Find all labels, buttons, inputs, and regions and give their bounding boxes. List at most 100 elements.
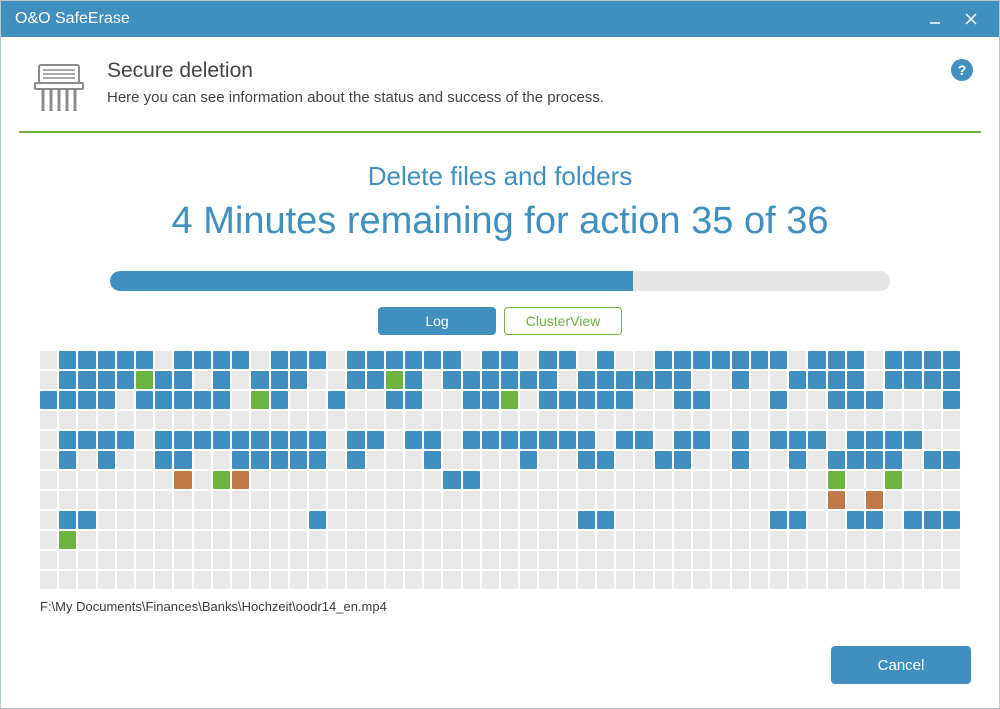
cluster-cell bbox=[213, 571, 230, 589]
cluster-cell bbox=[539, 391, 556, 409]
cluster-cell bbox=[405, 571, 422, 589]
cluster-cell bbox=[386, 391, 403, 409]
cluster-cell bbox=[213, 411, 230, 429]
cluster-cell bbox=[924, 491, 941, 509]
cluster-cell bbox=[290, 431, 307, 449]
cluster-cell bbox=[309, 371, 326, 389]
cluster-cell bbox=[520, 491, 537, 509]
cluster-cell bbox=[712, 351, 729, 369]
cluster-cell bbox=[539, 511, 556, 529]
cluster-cell bbox=[578, 571, 595, 589]
cluster-cell bbox=[482, 351, 499, 369]
cluster-cell bbox=[59, 551, 76, 569]
cluster-cell bbox=[309, 471, 326, 489]
cluster-cell bbox=[789, 511, 806, 529]
cluster-cell bbox=[117, 431, 134, 449]
cluster-cell bbox=[136, 391, 153, 409]
cluster-cell bbox=[674, 431, 691, 449]
cluster-cell bbox=[232, 491, 249, 509]
cluster-cell bbox=[866, 471, 883, 489]
cluster-cell bbox=[40, 451, 57, 469]
cluster-cell bbox=[443, 431, 460, 449]
cluster-cell bbox=[367, 571, 384, 589]
cluster-cell bbox=[155, 571, 172, 589]
cluster-cell bbox=[693, 511, 710, 529]
close-button[interactable] bbox=[953, 1, 989, 37]
cluster-cell bbox=[443, 351, 460, 369]
cluster-cell bbox=[290, 511, 307, 529]
cluster-cell bbox=[828, 531, 845, 549]
cluster-cell bbox=[789, 491, 806, 509]
cluster-cell bbox=[732, 491, 749, 509]
cluster-cell bbox=[78, 551, 95, 569]
cluster-cell bbox=[789, 371, 806, 389]
cluster-cell bbox=[904, 551, 921, 569]
cluster-cell bbox=[770, 451, 787, 469]
cluster-cell bbox=[194, 351, 211, 369]
cluster-cell bbox=[924, 571, 941, 589]
cluster-cell bbox=[463, 451, 480, 469]
cluster-cell bbox=[424, 451, 441, 469]
cluster-cell bbox=[847, 451, 864, 469]
cluster-cell bbox=[808, 551, 825, 569]
cluster-cell bbox=[616, 411, 633, 429]
cluster-cell bbox=[943, 431, 960, 449]
cluster-cell bbox=[232, 351, 249, 369]
cluster-cell bbox=[194, 411, 211, 429]
cluster-cell bbox=[904, 491, 921, 509]
cluster-cell bbox=[174, 551, 191, 569]
cluster-cell bbox=[347, 351, 364, 369]
cluster-cell bbox=[309, 391, 326, 409]
cluster-cell bbox=[712, 451, 729, 469]
cluster-cell bbox=[885, 531, 902, 549]
cluster-cell bbox=[309, 571, 326, 589]
cluster-cell bbox=[751, 411, 768, 429]
cluster-cell bbox=[597, 431, 614, 449]
minimize-button[interactable] bbox=[917, 1, 953, 37]
cluster-cell bbox=[251, 511, 268, 529]
cluster-cell bbox=[712, 571, 729, 589]
main-content: Delete files and folders 4 Minutes remai… bbox=[1, 133, 999, 632]
cluster-cell bbox=[271, 411, 288, 429]
cluster-cell bbox=[635, 491, 652, 509]
cluster-cell bbox=[155, 351, 172, 369]
cluster-cell bbox=[808, 351, 825, 369]
cluster-cell bbox=[482, 551, 499, 569]
cluster-cell bbox=[847, 351, 864, 369]
tab-log[interactable]: Log bbox=[378, 307, 496, 335]
cluster-cell bbox=[789, 351, 806, 369]
cluster-cell bbox=[463, 391, 480, 409]
cluster-cell bbox=[40, 511, 57, 529]
tab-clusterview[interactable]: ClusterView bbox=[504, 307, 622, 335]
cluster-cell bbox=[78, 411, 95, 429]
cluster-cell bbox=[155, 391, 172, 409]
cluster-cell bbox=[751, 491, 768, 509]
cancel-button[interactable]: Cancel bbox=[831, 646, 971, 684]
cluster-cell bbox=[78, 371, 95, 389]
cluster-cell bbox=[924, 531, 941, 549]
cluster-cell bbox=[98, 391, 115, 409]
cluster-cell bbox=[751, 471, 768, 489]
cluster-cell bbox=[98, 471, 115, 489]
cluster-cell bbox=[290, 571, 307, 589]
cluster-cell bbox=[578, 551, 595, 569]
cluster-cell bbox=[501, 511, 518, 529]
cluster-cell bbox=[251, 351, 268, 369]
cluster-cell bbox=[98, 371, 115, 389]
cluster-cell bbox=[578, 411, 595, 429]
cluster-cell bbox=[866, 491, 883, 509]
cluster-cell bbox=[885, 351, 902, 369]
cluster-cell bbox=[136, 471, 153, 489]
cluster-cell bbox=[251, 371, 268, 389]
cluster-cell bbox=[309, 431, 326, 449]
help-button[interactable]: ? bbox=[951, 59, 973, 81]
cluster-cell bbox=[770, 471, 787, 489]
cluster-cell bbox=[347, 371, 364, 389]
cluster-cell bbox=[290, 491, 307, 509]
cluster-cell bbox=[174, 411, 191, 429]
cluster-cell bbox=[155, 451, 172, 469]
cluster-cell bbox=[655, 511, 672, 529]
cluster-cell bbox=[578, 451, 595, 469]
cluster-cell bbox=[924, 431, 941, 449]
cluster-cell bbox=[501, 451, 518, 469]
